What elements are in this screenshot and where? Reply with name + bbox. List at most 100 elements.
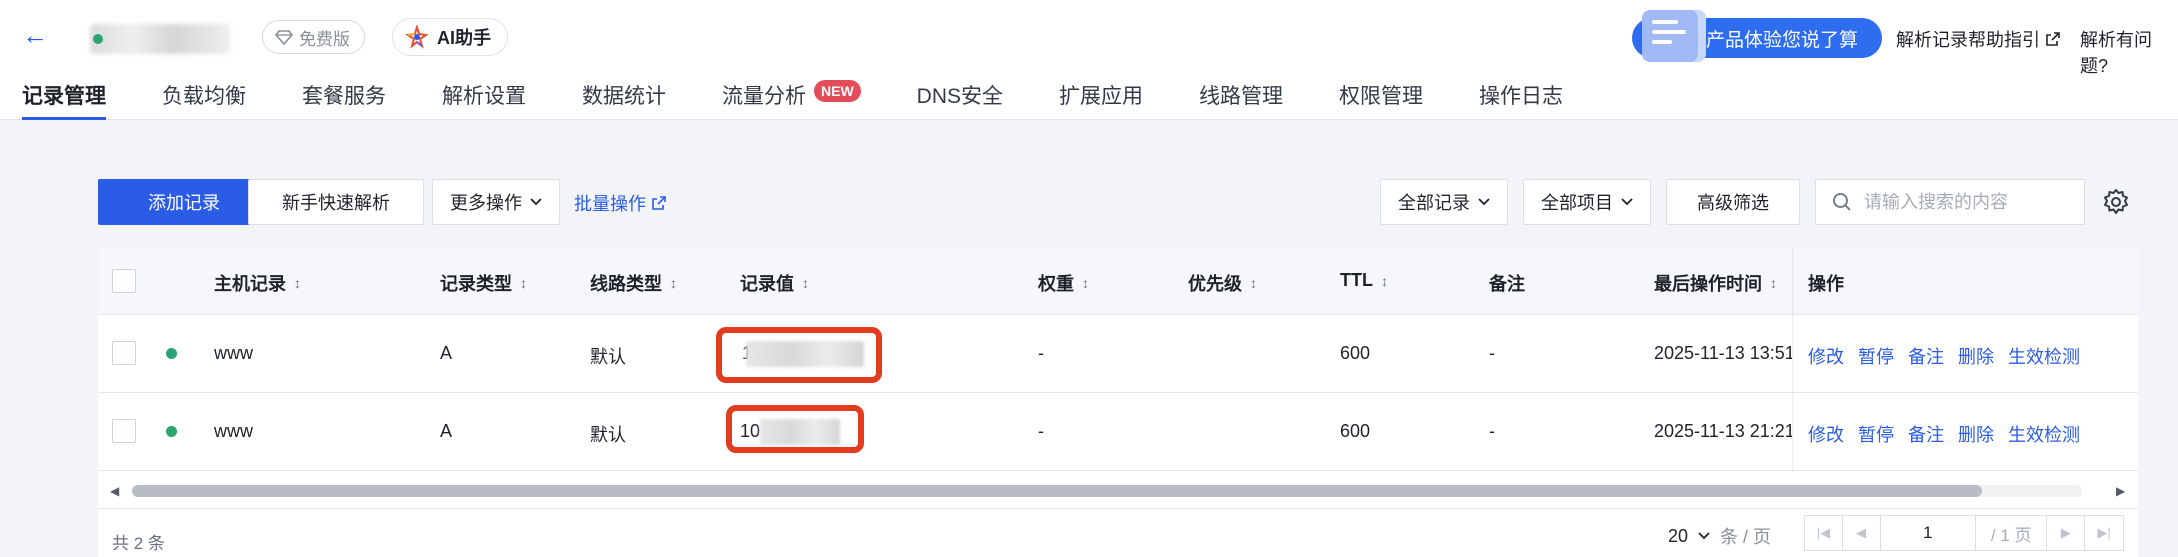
main-tabs: 记录管理 负载均衡 套餐服务 解析设置 数据统计 流量分析 NEW DNS安全 扩… bbox=[22, 80, 1619, 120]
next-page-icon[interactable]: ▶ bbox=[2047, 516, 2086, 550]
edit-link[interactable]: 修改 bbox=[1808, 343, 1844, 369]
row-checkbox[interactable] bbox=[112, 419, 136, 443]
tab-permission-management[interactable]: 权限管理 bbox=[1339, 80, 1423, 120]
tab-label: 权限管理 bbox=[1339, 85, 1424, 108]
column-header-value[interactable]: 记录值 ↕ bbox=[740, 270, 809, 296]
cell-last-modified: 2025-11-13 13:51 bbox=[1654, 343, 1792, 363]
tab-package-service[interactable]: 套餐服务 bbox=[302, 80, 386, 120]
tab-dns-security[interactable]: DNS安全 bbox=[917, 80, 1003, 120]
tab-traffic-analysis[interactable]: 流量分析 NEW bbox=[722, 80, 861, 120]
tab-line-management[interactable]: 线路管理 bbox=[1199, 80, 1283, 120]
more-operations-label: 更多操作 bbox=[450, 193, 522, 213]
column-header-last-modified[interactable]: 最后操作时间 ↕ bbox=[1654, 270, 1777, 296]
column-header-host[interactable]: 主机记录 ↕ bbox=[214, 270, 301, 296]
column-label: 备注 bbox=[1489, 274, 1525, 294]
tab-record-management[interactable]: 记录管理 bbox=[22, 80, 106, 120]
record-help-link[interactable]: 解析记录帮助指引 bbox=[1896, 26, 2060, 52]
plan-badge[interactable]: 免费版 bbox=[262, 20, 365, 54]
last-page-icon[interactable]: ▶| bbox=[2085, 516, 2123, 550]
sort-icon[interactable]: ↕ bbox=[1381, 273, 1388, 289]
page-size-select[interactable]: 20 条 / 页 bbox=[1668, 523, 1771, 549]
column-header-priority[interactable]: 优先级 ↕ bbox=[1188, 270, 1257, 296]
pause-link[interactable]: 暂停 bbox=[1858, 421, 1894, 447]
sort-icon[interactable]: ↕ bbox=[1082, 275, 1089, 291]
arrow-left-icon[interactable]: ← bbox=[20, 20, 50, 50]
tab-resolve-settings[interactable]: 解析设置 bbox=[442, 80, 526, 120]
quick-resolve-button[interactable]: 新手快速解析 bbox=[248, 179, 424, 225]
new-badge: NEW bbox=[814, 80, 861, 102]
tab-label: 扩展应用 bbox=[1059, 85, 1144, 108]
tab-operation-log[interactable]: 操作日志 bbox=[1479, 80, 1563, 120]
column-label: 线路类型 bbox=[590, 274, 662, 294]
sort-icon[interactable]: ↕ bbox=[1770, 275, 1777, 291]
pause-link[interactable]: 暂停 bbox=[1858, 343, 1894, 369]
sort-icon[interactable]: ↕ bbox=[1250, 275, 1257, 291]
delete-link[interactable]: 删除 bbox=[1958, 343, 1994, 369]
column-header-ttl[interactable]: TTL ↕ bbox=[1340, 270, 1388, 291]
select-all-checkbox[interactable] bbox=[112, 269, 136, 293]
cell-type: A bbox=[440, 421, 453, 441]
pagination: |◀ ◀ 1 / 1 页 ▶ ▶| bbox=[1804, 515, 2124, 551]
top-bar: ← 免费版 AI助手 产品体验您说了算 解析记录帮助指引 解析有问题? 记录管理… bbox=[0, 0, 2178, 120]
row-actions: 修改 暂停 备注 删除 生效检测 bbox=[1808, 421, 2080, 447]
add-record-button[interactable]: 添加记录 bbox=[98, 179, 270, 225]
row-actions: 修改 暂停 备注 删除 生效检测 bbox=[1808, 343, 2080, 369]
edit-link[interactable]: 修改 bbox=[1808, 421, 1844, 447]
tab-label: 解析设置 bbox=[442, 85, 526, 108]
scroll-left-icon[interactable]: ◀ bbox=[110, 484, 119, 498]
more-operations-dropdown[interactable]: 更多操作 bbox=[432, 179, 560, 225]
search-input[interactable] bbox=[1864, 191, 2064, 213]
sort-icon[interactable]: ↕ bbox=[802, 275, 809, 291]
feedback-promo-button[interactable]: 产品体验您说了算 bbox=[1632, 10, 1882, 62]
scroll-right-icon[interactable]: ▶ bbox=[2116, 484, 2125, 498]
cell-line: 默认 bbox=[590, 425, 626, 445]
prev-page-icon[interactable]: ◀ bbox=[1843, 516, 1881, 550]
column-label: 记录类型 bbox=[440, 274, 512, 294]
tab-label: 流量分析 bbox=[722, 85, 806, 108]
cell-host: www bbox=[214, 421, 253, 441]
ai-assistant-button[interactable]: AI助手 bbox=[392, 18, 508, 56]
tab-statistics[interactable]: 数据统计 bbox=[582, 80, 666, 120]
all-projects-dropdown[interactable]: 全部项目 bbox=[1523, 179, 1651, 225]
remark-link[interactable]: 备注 bbox=[1908, 343, 1944, 369]
tab-label: 操作日志 bbox=[1479, 85, 1564, 108]
cell-last-modified: 2025-11-13 21:21 bbox=[1654, 421, 1792, 441]
remark-link[interactable]: 备注 bbox=[1908, 421, 1944, 447]
advanced-filter-button[interactable]: 高级筛选 bbox=[1666, 179, 1800, 225]
column-header-type[interactable]: 记录类型 ↕ bbox=[440, 270, 527, 296]
tab-label: 负载均衡 bbox=[162, 85, 246, 108]
tab-extensions[interactable]: 扩展应用 bbox=[1059, 80, 1143, 120]
column-header-line[interactable]: 线路类型 ↕ bbox=[590, 270, 677, 296]
resolve-issue-link[interactable]: 解析有问题? bbox=[2080, 26, 2178, 78]
domain-status-dot bbox=[93, 34, 103, 44]
delete-link[interactable]: 删除 bbox=[1958, 421, 1994, 447]
all-records-dropdown[interactable]: 全部记录 bbox=[1380, 179, 1508, 225]
highlight-box bbox=[726, 405, 864, 453]
tab-label: 套餐服务 bbox=[302, 85, 386, 108]
domain-name-redacted bbox=[90, 24, 230, 54]
column-label: TTL bbox=[1340, 270, 1373, 290]
page-number-input[interactable]: 1 bbox=[1881, 516, 1976, 550]
chevron-down-icon bbox=[530, 198, 542, 206]
effect-check-link[interactable]: 生效检测 bbox=[2008, 421, 2080, 447]
advanced-filter-label: 高级筛选 bbox=[1697, 193, 1769, 213]
effect-check-link[interactable]: 生效检测 bbox=[2008, 343, 2080, 369]
total-count: 共 2 条 bbox=[112, 534, 165, 553]
sort-icon[interactable]: ↕ bbox=[520, 275, 527, 291]
horizontal-scrollbar[interactable]: ◀ ▶ bbox=[98, 474, 2138, 508]
first-page-icon[interactable]: |◀ bbox=[1805, 516, 1843, 550]
column-label: 主机记录 bbox=[214, 274, 286, 294]
scroll-thumb[interactable] bbox=[132, 485, 1982, 497]
gear-icon[interactable] bbox=[2102, 188, 2130, 216]
column-label: 操作 bbox=[1808, 274, 1844, 294]
tab-load-balance[interactable]: 负载均衡 bbox=[162, 80, 246, 120]
cell-weight: - bbox=[1038, 343, 1044, 363]
diamond-icon bbox=[275, 30, 293, 46]
row-checkbox[interactable] bbox=[112, 341, 136, 365]
chevron-down-icon bbox=[1478, 198, 1490, 206]
column-header-weight[interactable]: 权重 ↕ bbox=[1038, 270, 1089, 296]
sort-icon[interactable]: ↕ bbox=[294, 275, 301, 291]
cell-weight: - bbox=[1038, 421, 1044, 441]
batch-operations-link[interactable]: 批量操作 bbox=[574, 190, 666, 216]
sort-icon[interactable]: ↕ bbox=[670, 275, 677, 291]
